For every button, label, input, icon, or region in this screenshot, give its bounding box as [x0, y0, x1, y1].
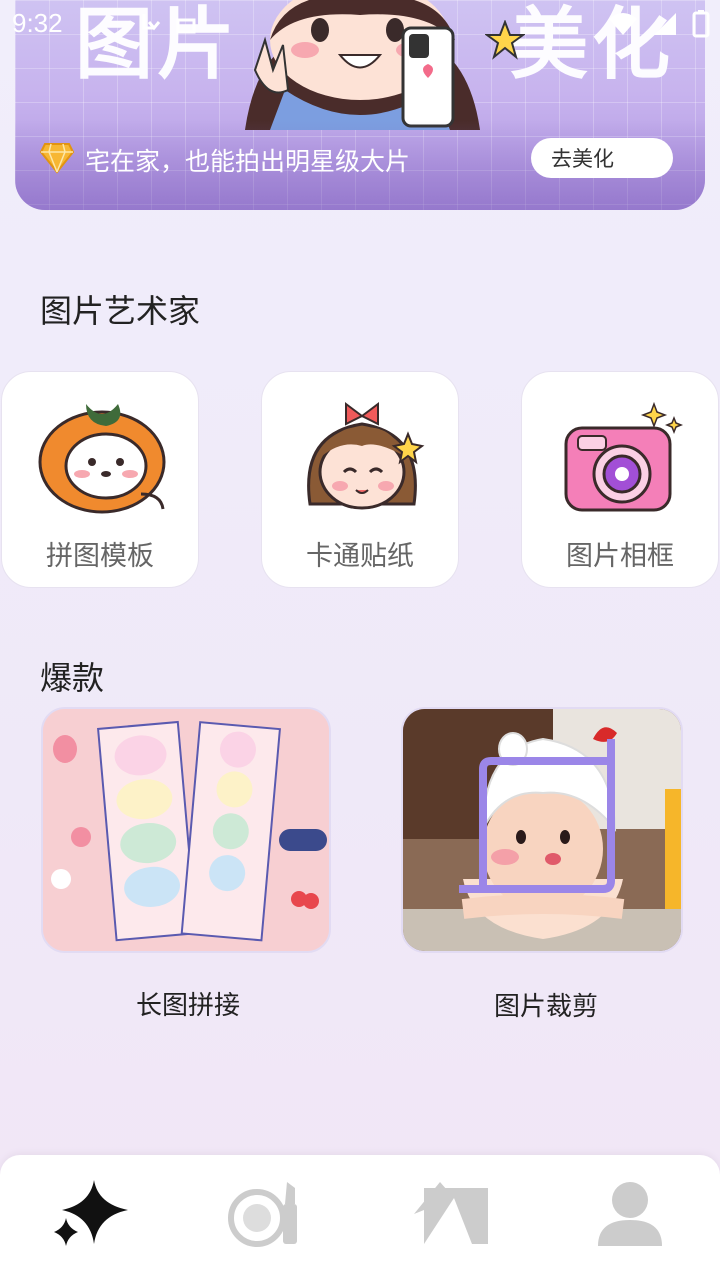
makeup-icon — [228, 1182, 297, 1247]
hot-card-crop[interactable] — [401, 707, 683, 953]
wifi-icon — [609, 13, 637, 35]
beautify-button[interactable]: 去美化 — [531, 138, 673, 178]
tool-card-photo-frame[interactable]: 图片相框 — [521, 371, 719, 588]
status-time: 9:32 — [12, 8, 63, 38]
tool-label: 拼图模板 — [46, 541, 154, 572]
instant-camera-icon — [564, 401, 684, 512]
art-section-title: 图片艺术家 — [40, 292, 201, 330]
tool-card-collage-template[interactable]: 拼图模板 — [1, 371, 199, 588]
tool-card-cartoon-sticker[interactable]: 卡通贴纸 — [261, 371, 459, 588]
tab-photo-collage[interactable] — [405, 1173, 495, 1253]
tab-makeup[interactable] — [222, 1173, 312, 1253]
profile-icon — [598, 1182, 662, 1246]
tool-label: 图片相框 — [566, 541, 674, 572]
tab-profile[interactable] — [585, 1173, 675, 1253]
persimmon-puppy-icon — [38, 404, 166, 514]
tab-home[interactable] — [45, 1173, 135, 1253]
banner-caption: 宅在家，也能拍出明星级大片 — [85, 147, 411, 176]
hot-item-label: 长图拼接 — [135, 991, 240, 1021]
signal-icon — [654, 13, 676, 35]
photo-collage-icon — [414, 1182, 488, 1244]
notification-icons — [140, 10, 200, 44]
hot-section-title: 爆款 — [40, 659, 105, 697]
sparkle-icon — [54, 1180, 128, 1246]
tool-label: 卡通贴纸 — [306, 541, 414, 572]
status-bar: 9:32 — [0, 0, 720, 52]
bottom-tab-bar — [0, 1155, 720, 1280]
crop-photo-image — [403, 709, 681, 951]
cartoon-girl-icon — [307, 402, 425, 510]
hot-card-long-collage[interactable] — [41, 707, 331, 953]
battery-icon — [692, 10, 710, 38]
diamond-icon — [39, 143, 75, 174]
hot-item-label: 图片裁剪 — [493, 992, 598, 1022]
long-collage-image — [43, 709, 329, 951]
